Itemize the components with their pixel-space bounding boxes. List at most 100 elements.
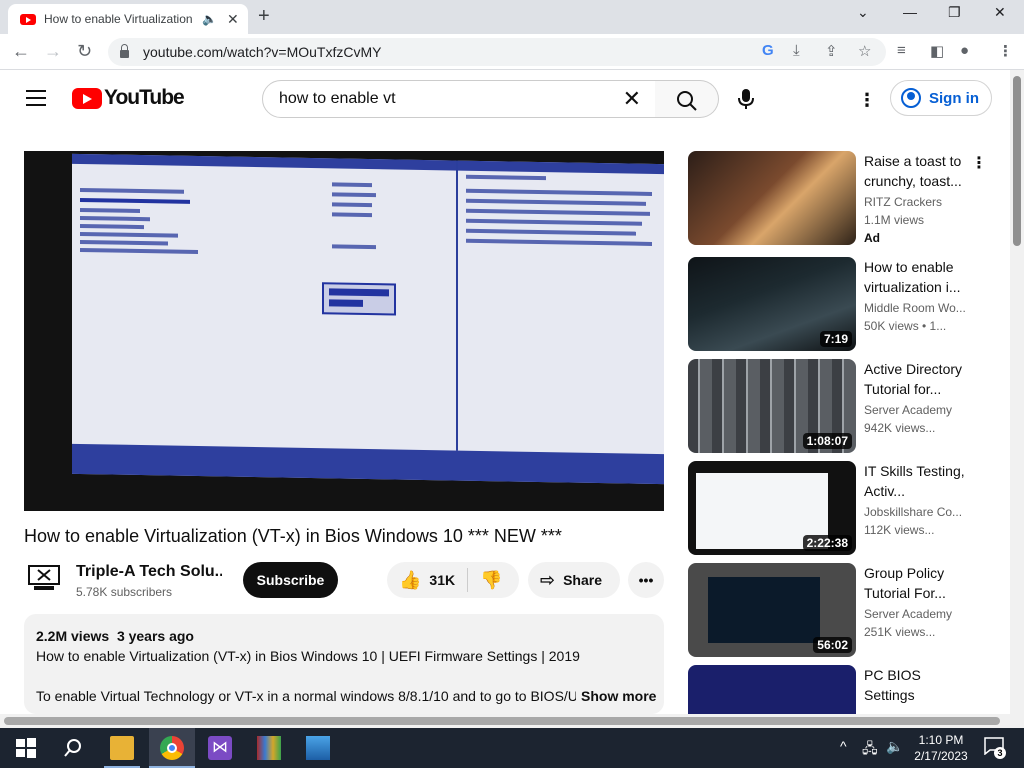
horizontal-scroll-thumb[interactable] <box>4 717 1000 725</box>
search-taskbar-icon[interactable] <box>61 736 85 760</box>
bookmark-star-icon[interactable]: ☆ <box>858 42 871 60</box>
lock-icon[interactable] <box>120 44 129 58</box>
windows-taskbar: ⋈ ^ 🖧 🔈 1:10 PM 2/17/2023 3 <box>0 728 1024 768</box>
channel-name[interactable]: Triple-A Tech Solu... <box>76 563 222 581</box>
settings-kebab-icon[interactable]: ⋮ <box>858 90 876 111</box>
like-count[interactable]: 31K <box>429 572 455 588</box>
browser-toolbar: ← → ↻ youtube.com/watch?v=MOuTxfzCvMY G … <box>0 34 1024 70</box>
hamburger-menu-icon[interactable] <box>26 90 46 106</box>
rec-title[interactable]: Group Policy Tutorial For... <box>864 563 968 603</box>
channel-avatar[interactable] <box>28 564 60 592</box>
like-icon[interactable]: 👍 <box>399 570 421 591</box>
speaker-icon[interactable]: 🔈 <box>202 12 217 26</box>
network-icon[interactable]: 🖧 <box>862 738 878 762</box>
photos-icon[interactable] <box>306 736 330 760</box>
rec-channel[interactable]: Jobskillshare Co... <box>864 505 968 519</box>
taskbar-clock[interactable]: 1:10 PM 2/17/2023 <box>910 732 972 764</box>
share-button[interactable]: ⇨ Share <box>528 562 620 598</box>
search-input[interactable]: how to enable vt <box>279 90 623 108</box>
rec-views: 251K views... <box>864 625 936 639</box>
search-button[interactable] <box>655 80 719 118</box>
clock-time: 1:10 PM <box>918 733 964 747</box>
dislike-icon[interactable]: 👎 <box>480 570 502 591</box>
rec-channel[interactable]: Middle Room Wo... <box>864 301 968 315</box>
url-text[interactable]: youtube.com/watch?v=MOuTxfzCvMY <box>143 44 381 60</box>
youtube-logo-text[interactable]: YouTube <box>104 86 185 110</box>
side-panel-icon[interactable]: ◧ <box>930 42 944 60</box>
reload-icon[interactable]: ↻ <box>77 41 92 62</box>
like-dislike-group: 👍 31K 👎 <box>387 562 519 598</box>
profile-icon[interactable]: ● <box>960 42 969 59</box>
recommendation-item[interactable]: 7:19 How to enable virtualization i... M… <box>688 257 988 353</box>
rec-views: 1.1M views <box>864 213 925 227</box>
rec-title[interactable]: Raise a toast to crunchy, toast... <box>864 151 968 191</box>
search-box[interactable]: how to enable vt ✕ <box>262 80 656 118</box>
youtube-logo-icon[interactable] <box>72 88 102 109</box>
rec-title[interactable]: How to enable virtualization i... <box>864 257 968 297</box>
more-horizontal-icon: ••• <box>638 572 654 588</box>
more-actions-button[interactable]: ••• <box>628 562 664 598</box>
rec-title[interactable]: IT Skills Testing, Activ... <box>864 461 968 501</box>
windows-start-icon[interactable] <box>14 736 38 760</box>
forward-icon[interactable]: → <box>44 41 62 62</box>
install-app-icon[interactable]: ⤓ <box>793 42 800 59</box>
video-player[interactable] <box>24 151 664 511</box>
show-hidden-icons-icon[interactable]: ^ <box>840 738 847 754</box>
google-lens-icon[interactable]: G <box>762 42 774 59</box>
recommendation-item[interactable]: PC BIOS Settings <box>688 665 988 714</box>
clear-search-icon[interactable]: ✕ <box>623 86 641 112</box>
microphone-icon[interactable] <box>737 88 755 110</box>
sign-in-button[interactable]: Sign in <box>890 80 992 116</box>
browser-menu-icon[interactable]: ⋮ <box>998 42 1013 60</box>
rec-menu-icon[interactable]: ⋮ <box>971 153 987 173</box>
volume-icon[interactable]: 🔈 <box>886 738 903 755</box>
tab-list-icon[interactable]: ⌄ <box>857 4 869 21</box>
recommendation-item[interactable]: Raise a toast to crunchy, toast... RITZ … <box>688 151 988 247</box>
video-thumbnail[interactable] <box>688 665 856 714</box>
restore-button[interactable]: ❐ <box>948 4 961 21</box>
rec-channel[interactable]: Server Academy <box>864 403 968 417</box>
rec-title[interactable]: PC BIOS Settings <box>864 665 968 705</box>
video-thumbnail[interactable]: 56:02 <box>688 563 856 657</box>
rec-title[interactable]: Active Directory Tutorial for... <box>864 359 968 399</box>
visual-studio-icon[interactable]: ⋈ <box>208 736 232 760</box>
duration-badge: 56:02 <box>813 637 852 653</box>
description-box[interactable]: 2.2M views 3 years ago How to enable Vir… <box>24 614 664 714</box>
video-thumbnail[interactable]: 2:22:38 <box>688 461 856 555</box>
file-explorer-icon[interactable] <box>110 736 134 760</box>
video-thumbnail[interactable]: 7:19 <box>688 257 856 351</box>
account-icon <box>901 88 921 108</box>
duration-badge: 1:08:07 <box>802 433 852 449</box>
media-controls-icon[interactable]: ≡ <box>897 42 906 59</box>
winrar-icon[interactable] <box>257 736 281 760</box>
minimize-button[interactable]: — <box>903 4 917 20</box>
rec-channel[interactable]: Server Academy <box>864 607 968 621</box>
recommendation-item[interactable]: 1:08:07 Active Directory Tutorial for...… <box>688 359 988 455</box>
browser-tab-active[interactable]: How to enable Virtualization (VT-x) in B… <box>8 4 248 34</box>
rec-views: 942K views... <box>864 421 936 435</box>
thumbnail-screen <box>708 577 820 643</box>
back-icon[interactable]: ← <box>12 41 30 62</box>
subscribe-button[interactable]: Subscribe <box>243 562 338 598</box>
video-thumbnail[interactable]: 1:08:07 <box>688 359 856 453</box>
horizontal-scrollbar[interactable] <box>0 714 1024 728</box>
youtube-header: YouTube how to enable vt ✕ ⋮ Sign in <box>0 70 1024 126</box>
notification-center[interactable]: 3 <box>984 737 1006 759</box>
show-more-button[interactable]: Show more <box>581 688 656 704</box>
video-thumbnail[interactable] <box>688 151 856 245</box>
sign-in-label: Sign in <box>929 89 979 107</box>
tab-close-icon[interactable]: ✕ <box>227 11 239 28</box>
recommendation-item[interactable]: 56:02 Group Policy Tutorial For... Serve… <box>688 563 988 659</box>
upload-age: 3 years ago <box>116 628 194 644</box>
share-page-icon[interactable]: ⇪ <box>825 42 838 60</box>
new-tab-button[interactable]: + <box>258 5 270 28</box>
close-window-button[interactable]: ✕ <box>994 4 1006 21</box>
vertical-scrollbar[interactable] <box>1010 70 1024 714</box>
duration-badge: 7:19 <box>819 331 852 347</box>
recommendation-item[interactable]: 2:22:38 IT Skills Testing, Activ... Jobs… <box>688 461 988 557</box>
youtube-favicon-icon <box>20 13 36 25</box>
rec-channel[interactable]: RITZ Crackers <box>864 195 968 209</box>
chrome-icon[interactable] <box>160 736 184 760</box>
duration-badge: 2:22:38 <box>802 535 852 551</box>
vertical-scroll-thumb[interactable] <box>1013 76 1021 246</box>
